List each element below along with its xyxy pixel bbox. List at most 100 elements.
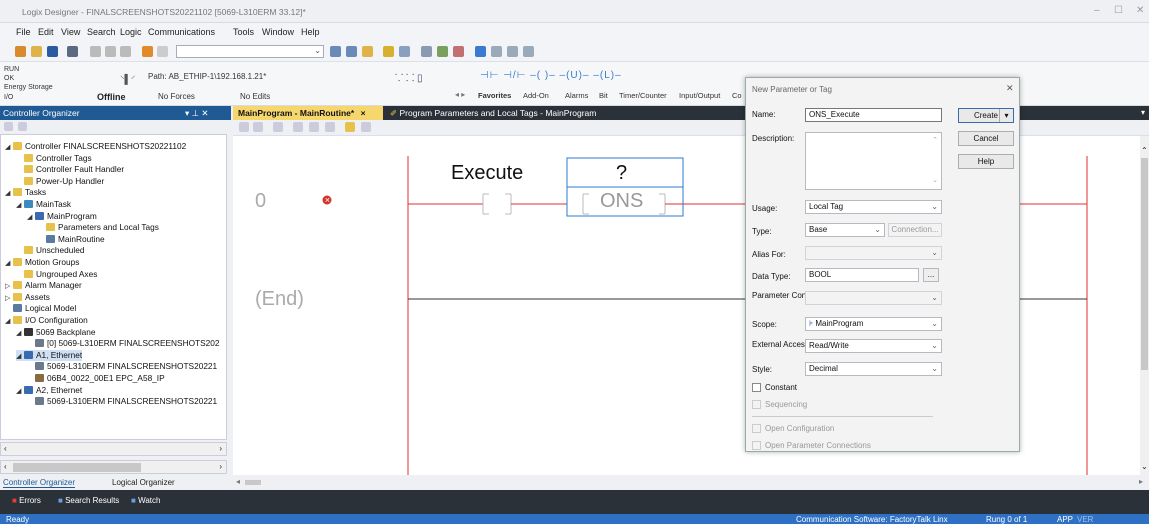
panel-pin-icon[interactable]: ▾ ⊥ ✕: [185, 108, 209, 119]
tree-item[interactable]: 5069-L310ERM FINALSCREENSHOTS20221: [27, 396, 217, 407]
tree-item[interactable]: Power-Up Handler: [16, 176, 104, 187]
contact-tag-name[interactable]: Execute: [451, 162, 523, 185]
scroll-left-icon[interactable]: ◂: [236, 477, 240, 486]
scroll-right-icon[interactable]: ›: [219, 462, 222, 471]
tree-item[interactable]: 06B4_0022_00E1 EPC_A58_IP: [27, 373, 165, 384]
find-icon[interactable]: [362, 46, 373, 57]
menu-communications[interactable]: Communications: [148, 27, 215, 37]
instr-tab-favorites[interactable]: Favorites: [478, 91, 511, 100]
print-icon[interactable]: [67, 46, 78, 57]
browse-icon[interactable]: [346, 46, 357, 57]
verify-icon[interactable]: [383, 46, 394, 57]
close-icon[interactable]: ✕: [1136, 5, 1144, 16]
offline-status[interactable]: Offline: [97, 92, 126, 102]
tab-dropdown-icon[interactable]: ▾: [1141, 108, 1145, 117]
instr-tab-bit[interactable]: Bit: [599, 91, 608, 100]
menu-edit[interactable]: Edit: [38, 27, 54, 37]
tree-item[interactable]: Controller Fault Handler: [16, 164, 124, 175]
tree-item[interactable]: MainRoutine: [38, 234, 105, 245]
menu-tools[interactable]: Tools: [233, 27, 254, 37]
goto-icon[interactable]: [361, 122, 371, 132]
scroll-right-icon[interactable]: ▸: [1139, 477, 1143, 486]
zoom-icon[interactable]: [475, 46, 486, 57]
paste-icon[interactable]: [120, 46, 131, 57]
tab-search-results[interactable]: ■ Search Results: [58, 496, 119, 505]
expand-toggle-icon[interactable]: ◢: [16, 351, 24, 362]
ladder-hscroll[interactable]: ◂ ▸: [233, 475, 1149, 490]
tree-item[interactable]: Ungrouped Axes: [16, 269, 97, 280]
expand-toggle-icon[interactable]: ◢: [16, 328, 24, 339]
search-combo[interactable]: ⌄: [176, 45, 324, 58]
tab-program-parameters[interactable]: ✐ Program Parameters and Local Tags - Ma…: [385, 106, 601, 120]
minimize-icon[interactable]: –: [1094, 5, 1100, 16]
zoom-out-icon[interactable]: [253, 122, 263, 132]
expand-toggle-icon[interactable]: ◢: [16, 200, 24, 211]
menu-search[interactable]: Search: [87, 27, 116, 37]
constant-checkbox[interactable]: [752, 383, 761, 392]
maximize-icon[interactable]: ☐: [1114, 5, 1123, 16]
scroll-down-icon[interactable]: ⌄: [1141, 462, 1148, 471]
tree-item[interactable]: Logical Model: [5, 303, 76, 314]
instr-tab-timer[interactable]: Timer/Counter: [619, 91, 667, 100]
menu-view[interactable]: View: [61, 27, 80, 37]
tree-item[interactable]: [0] 5069-L310ERM FINALSCREENSHOTS202: [27, 338, 219, 349]
expand-toggle-icon[interactable]: ▷: [5, 293, 13, 304]
scroll-up-icon[interactable]: ⌃: [1141, 146, 1148, 155]
watch-icon[interactable]: [507, 46, 518, 57]
xio-icon[interactable]: ⊣/⊢: [503, 70, 526, 81]
bookmark-icon[interactable]: [345, 122, 355, 132]
tab-main-routine[interactable]: MainProgram - MainRoutine* ×: [233, 106, 383, 120]
close-icon[interactable]: ✕: [1006, 83, 1014, 94]
menu-logic[interactable]: Logic: [120, 27, 142, 37]
branch-icon[interactable]: [293, 122, 303, 132]
help-button[interactable]: Help: [958, 154, 1014, 169]
expand-toggle-icon[interactable]: ◢: [27, 212, 35, 223]
style-select[interactable]: Decimal ⌄: [805, 362, 942, 376]
properties-icon[interactable]: [491, 46, 502, 57]
tree-item[interactable]: ▷ Alarm Manager: [5, 280, 82, 291]
undo-icon[interactable]: [142, 46, 153, 57]
tree-item[interactable]: ▷ Assets: [5, 292, 50, 303]
comm-path[interactable]: Path: AB_ETHIP-1\192.168.1.21*: [148, 72, 266, 81]
menu-window[interactable]: Window: [262, 27, 294, 37]
alias-select[interactable]: ⌄: [805, 246, 942, 260]
scroll-thumb[interactable]: [13, 463, 141, 472]
tree-hscroll[interactable]: ‹ ›: [0, 442, 227, 456]
expand-toggle-icon[interactable]: ◢: [16, 386, 24, 397]
instr-tab-io[interactable]: Input/Output: [679, 91, 720, 100]
scroll-thumb[interactable]: [245, 480, 261, 485]
scroll-left-icon[interactable]: ‹: [4, 462, 7, 471]
otu-icon[interactable]: –(U)–: [560, 70, 590, 81]
datatype-field[interactable]: BOOL: [805, 268, 919, 282]
tree-item[interactable]: ◢ MainTask: [16, 199, 71, 210]
edits-status[interactable]: No Edits: [240, 92, 270, 101]
ladder-vscroll[interactable]: ⌃ ⌄: [1140, 136, 1149, 475]
open-icon[interactable]: [31, 46, 42, 57]
name-field[interactable]: ONS_Execute: [805, 108, 942, 122]
chevron-left-icon[interactable]: ◂ ▸: [455, 90, 465, 99]
param-connection-select[interactable]: ⌄: [805, 291, 942, 305]
type-select[interactable]: Base ⌄: [805, 223, 885, 237]
scroll-up-icon[interactable]: ⌃: [932, 135, 938, 147]
usage-select[interactable]: Local Tag ⌄: [805, 200, 942, 214]
zoom-in-icon[interactable]: [239, 122, 249, 132]
datatype-browse-button[interactable]: ...: [923, 268, 939, 282]
open-config-checkbox[interactable]: [752, 424, 761, 433]
xic-icon[interactable]: ⊣⊢: [480, 70, 499, 81]
tree-item[interactable]: ◢ Controller FINALSCREENSHOTS20221102: [5, 141, 186, 152]
copy-icon[interactable]: [105, 46, 116, 57]
otl-icon[interactable]: –(L)–: [593, 70, 621, 81]
tree-item[interactable]: ◢ A1, Ethernet: [16, 349, 83, 362]
compare-icon[interactable]: [437, 46, 448, 57]
new-project-icon[interactable]: [15, 46, 26, 57]
sequencing-checkbox[interactable]: [752, 400, 761, 409]
scope-select[interactable]: ⊧ MainProgram ⌄: [805, 317, 942, 331]
tree-item[interactable]: ◢ I/O Configuration: [5, 315, 88, 326]
tab-logical-organizer[interactable]: Logical Organizer: [112, 478, 175, 487]
tag-browser-icon[interactable]: [421, 46, 432, 57]
instr-tab-alarms[interactable]: Alarms: [565, 91, 588, 100]
open-param-checkbox[interactable]: [752, 441, 761, 450]
expand-toggle-icon[interactable]: ◢: [5, 258, 13, 269]
forces-status[interactable]: No Forces: [158, 92, 195, 101]
expand-toggle-icon[interactable]: ▷: [5, 281, 13, 292]
